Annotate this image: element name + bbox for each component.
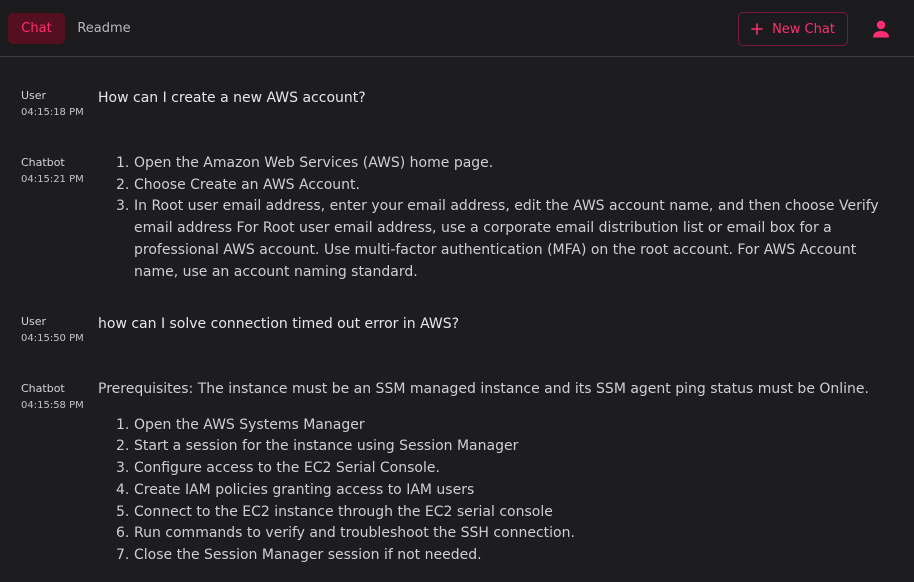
message-role: Chatbot <box>21 156 65 169</box>
new-chat-label: New Chat <box>772 21 835 37</box>
list-item: 5. Connect to the EC2 instance through th… <box>116 503 553 520</box>
list-item: 4. Create IAM policies granting access to… <box>116 481 475 498</box>
message-meta: Chatbot 04:15:58 PM <box>21 382 97 413</box>
top-bar: Chat Readme New Chat <box>0 0 914 57</box>
list-item: 3. Configure access to the EC2 Serial Con… <box>116 460 440 477</box>
message-body: Prerequisites: The instance must be an S… <box>98 379 898 567</box>
message-role: User <box>21 89 47 102</box>
plus-icon <box>751 23 763 35</box>
message-meta: Chatbot 04:15:21 PM <box>21 156 97 187</box>
message-meta: User 04:15:18 PM <box>21 89 97 120</box>
list-item: 1. Open the AWS Systems Manager <box>116 416 365 433</box>
tab-readme[interactable]: Readme <box>72 13 136 44</box>
list-item: 1. Open the Amazon Web Services (AWS) hom… <box>116 155 494 171</box>
steps-list: 1. Open the AWS Systems Manager 2. Start a… <box>98 415 898 567</box>
list-item: 3. In Root user email address, enter your… <box>116 198 879 280</box>
message-meta: User 04:15:50 PM <box>21 315 97 346</box>
list-item: 2. Start a session for the instance using… <box>116 438 519 455</box>
list-item: 7. Close the Session Manager session if n… <box>116 546 482 563</box>
message-time: 04:15:50 PM <box>21 333 84 344</box>
steps-list: 1. Open the Amazon Web Services (AWS) hom… <box>98 153 898 283</box>
message-time: 04:15:58 PM <box>21 400 84 411</box>
message-time: 04:15:18 PM <box>21 107 84 118</box>
list-item: 6. Run commands to verify and troubleshoo… <box>116 525 575 542</box>
message-role: User <box>21 315 47 328</box>
new-chat-button[interactable]: New Chat <box>738 12 848 46</box>
user-avatar-icon[interactable] <box>871 19 891 39</box>
message-body: 1. Open the Amazon Web Services (AWS) hom… <box>98 153 898 283</box>
message-text: How can I create a new AWS account? <box>98 90 366 106</box>
list-item: 2. Choose Create an AWS Account. <box>116 176 360 193</box>
message-role: Chatbot <box>21 382 65 395</box>
message-time: 04:15:21 PM <box>21 174 84 185</box>
prerequisites-text: Prerequisites: The instance must be an S… <box>98 381 869 397</box>
tab-chat[interactable]: Chat <box>8 13 65 44</box>
message-text: how can I solve connection timed out err… <box>98 316 460 332</box>
